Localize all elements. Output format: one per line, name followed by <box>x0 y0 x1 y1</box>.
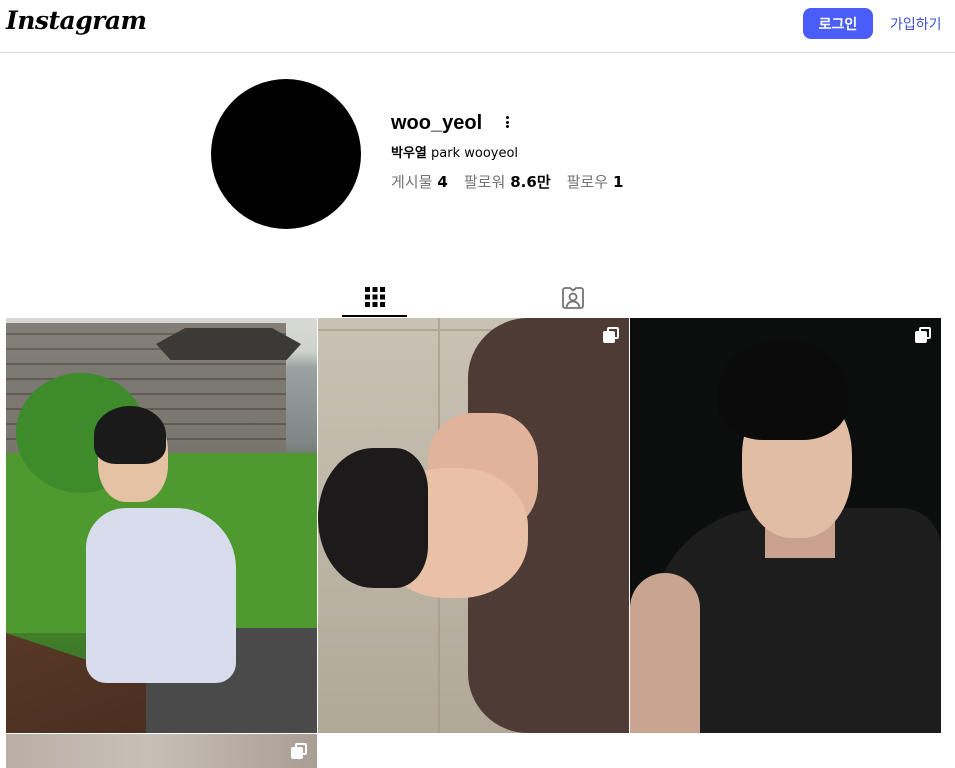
tagged-person-icon <box>561 287 584 309</box>
person-hair <box>94 406 166 464</box>
stat-followers-value: 8.6만 <box>510 173 551 191</box>
tab-tagged[interactable] <box>540 278 605 318</box>
carousel-icon <box>915 327 931 343</box>
post-thumbnail-3[interactable] <box>630 318 941 733</box>
grid-icon <box>364 286 385 307</box>
instagram-logo[interactable]: Instagram <box>6 6 147 35</box>
profile-name-english: park wooyeol <box>426 146 519 161</box>
stat-posts-value: 4 <box>437 173 448 191</box>
person-hair <box>718 340 848 440</box>
profile-username: woo_yeol <box>391 112 483 134</box>
signup-link[interactable]: 가입하기 <box>890 14 942 34</box>
post-thumbnail-4[interactable] <box>6 734 317 768</box>
profile-name-korean: 박우열 <box>391 146 427 161</box>
profile-avatar <box>211 79 361 229</box>
person-sweater <box>86 508 236 683</box>
stat-followers[interactable]: 팔로워 8.6만 <box>464 171 551 192</box>
person-arm <box>630 573 700 733</box>
stat-followers-label: 팔로워 <box>463 173 506 191</box>
profile-fullname: 박우열 park wooyeol <box>391 142 518 161</box>
carousel-icon <box>603 327 619 343</box>
stat-posts-label: 게시물 <box>391 173 433 191</box>
login-button[interactable]: 로그인 <box>803 8 873 39</box>
stat-following-label: 팔로우 <box>566 173 609 191</box>
post-thumbnail-2[interactable] <box>318 318 629 733</box>
tab-posts[interactable] <box>342 278 407 317</box>
post-thumbnail-1[interactable] <box>6 318 317 733</box>
carousel-icon <box>291 743 307 759</box>
stat-posts: 게시물 4 <box>391 171 448 192</box>
top-bar: Instagram 로그인 가입하기 <box>0 0 955 53</box>
person-hair <box>318 448 428 588</box>
more-options-icon[interactable] <box>500 114 514 130</box>
stat-following[interactable]: 팔로우 1 <box>567 171 624 192</box>
stat-following-value: 1 <box>613 173 624 191</box>
profile-stats: 게시물 4 팔로워 8.6만 팔로우 1 <box>391 171 623 192</box>
